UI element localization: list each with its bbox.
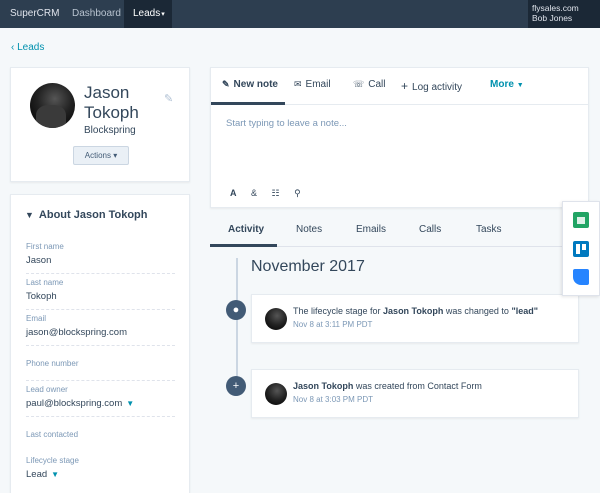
tab-notes[interactable]: Notes xyxy=(296,224,322,235)
composer-tabs: ✎ New note ✉ Email ☏ Call + Log activity Mor… xyxy=(211,68,588,105)
field-label: Last contacted xyxy=(26,430,79,439)
contact-profile-card: Jason Tokoph ✎ Blockspring Actions ▾ xyxy=(10,67,190,182)
contact-name: Jason Tokoph xyxy=(84,83,139,122)
pencil-icon[interactable]: ✎ xyxy=(164,92,173,105)
avatar xyxy=(265,383,287,405)
tab-log-activity[interactable]: + Log activity xyxy=(401,79,462,93)
edit-icon: ✎ xyxy=(222,79,230,89)
tab-label: Log activity xyxy=(412,82,463,93)
tab-label: New note xyxy=(233,79,278,90)
back-to-leads-link[interactable]: ‹ Leads xyxy=(11,42,44,53)
plus-icon: + xyxy=(226,376,246,396)
tab-emails[interactable]: Emails xyxy=(356,224,386,235)
field-label: First name xyxy=(26,242,64,251)
nav-dashboard[interactable]: Dashboard xyxy=(63,0,130,28)
timeline-event[interactable]: The lifecycle stage for Jason Tokoph was… xyxy=(251,294,579,343)
event-text: The lifecycle stage for Jason Tokoph was… xyxy=(293,306,538,316)
dropdown-caret-icon[interactable]: ▼ xyxy=(51,470,59,479)
about-title: About Jason Tokoph xyxy=(38,209,148,221)
field-value: jason@blockspring.com xyxy=(26,327,127,338)
chevron-down-icon: ▾ xyxy=(161,11,165,18)
field-email[interactable]: Email jason@blockspring.com xyxy=(26,314,175,346)
trello-icon[interactable] xyxy=(573,241,589,257)
tab-label: Email xyxy=(305,79,331,90)
account-domain: flysales.com xyxy=(532,3,579,13)
nav-leads-label: Leads xyxy=(133,8,161,19)
field-value: paul@blockspring.com xyxy=(26,398,123,409)
active-tab-indicator xyxy=(210,244,277,247)
envelope-icon: ✉ xyxy=(294,79,302,89)
timeline-event[interactable]: Jason Tokoph was created from Contact Fo… xyxy=(251,369,579,418)
tab-tasks[interactable]: Tasks xyxy=(476,224,502,235)
tab-more[interactable]: More ▼ xyxy=(490,79,524,90)
jira-icon[interactable] xyxy=(573,269,589,285)
field-label: Phone number xyxy=(26,359,79,368)
tab-email[interactable]: ✉ Email xyxy=(294,79,331,90)
tab-calls[interactable]: Calls xyxy=(419,224,441,235)
plus-icon: + xyxy=(401,79,409,93)
timeline-month: November 2017 xyxy=(251,258,365,275)
account-user: Bob Jones xyxy=(532,13,573,23)
phone-icon: ☏ xyxy=(353,79,365,89)
event-time: Nov 8 at 3:03 PM PDT xyxy=(293,395,374,404)
event-time: Nov 8 at 3:11 PM PDT xyxy=(293,320,373,329)
field-value: Tokoph xyxy=(26,291,57,302)
field-label: Email xyxy=(26,314,47,323)
field-value: Lead xyxy=(26,469,48,480)
field-phone[interactable]: Phone number xyxy=(26,359,175,381)
chevron-down-icon: ▼ xyxy=(25,210,34,220)
field-last-contacted: Last contacted xyxy=(26,430,175,450)
activity-composer: ✎ New note ✉ Email ☏ Call + Log activity Mor… xyxy=(210,67,589,208)
field-lifecycle-stage[interactable]: Lifecycle stage Lead ▼ xyxy=(26,456,175,486)
event-text: Jason Tokoph was created from Contact Fo… xyxy=(293,381,482,391)
contact-avatar xyxy=(30,83,75,128)
field-label: Last name xyxy=(26,278,64,287)
avatar xyxy=(265,308,287,330)
note-toolbar: A & ☷ ⚲ xyxy=(230,188,313,199)
account-menu[interactable]: flysales.com Bob Jones xyxy=(528,0,600,28)
about-section-toggle[interactable]: ▼ About Jason Tokoph xyxy=(25,209,148,221)
contact-company: Blockspring xyxy=(84,125,136,136)
brand-logo[interactable]: SuperCRM xyxy=(10,8,59,19)
text-format-icon[interactable]: A xyxy=(230,188,237,198)
tab-label: More xyxy=(490,79,514,90)
tab-activity[interactable]: Activity xyxy=(228,224,264,235)
snippet-icon[interactable]: ☷ xyxy=(272,188,280,198)
top-nav-bar: SuperCRM Dashboard Leads▾ flysales.com B… xyxy=(0,0,600,28)
field-label: Lead owner xyxy=(26,385,68,394)
tab-label: Call xyxy=(368,79,386,90)
attachment-icon[interactable]: ⚲ xyxy=(294,188,301,198)
feed-tabs: Activity Notes Emails Calls Tasks xyxy=(210,214,589,247)
note-input[interactable]: Start typing to leave a note... xyxy=(226,118,347,129)
dropdown-caret-icon[interactable]: ▼ xyxy=(126,399,134,408)
actions-button[interactable]: Actions ▾ xyxy=(73,146,129,165)
field-value: Jason xyxy=(26,255,52,266)
field-last-name[interactable]: Last name Tokoph xyxy=(26,278,175,310)
tab-new-note[interactable]: ✎ New note xyxy=(222,79,278,90)
timeline-line xyxy=(236,258,238,388)
google-sheets-icon[interactable] xyxy=(573,212,589,228)
field-label: Lifecycle stage xyxy=(26,456,79,465)
field-first-name[interactable]: First name Jason xyxy=(26,242,175,274)
about-contact-card: ▼ About Jason Tokoph First name Jason Las… xyxy=(10,194,190,493)
active-tab-indicator xyxy=(211,102,285,105)
chevron-down-icon: ▼ xyxy=(516,82,524,89)
integrations-panel xyxy=(562,201,600,296)
tab-call[interactable]: ☏ Call xyxy=(353,79,386,90)
nav-leads[interactable]: Leads▾ xyxy=(124,0,172,28)
lifecycle-change-icon: ● xyxy=(226,300,246,320)
mention-icon[interactable]: & xyxy=(251,188,257,198)
field-lead-owner[interactable]: Lead owner paul@blockspring.com ▼ xyxy=(26,385,175,417)
